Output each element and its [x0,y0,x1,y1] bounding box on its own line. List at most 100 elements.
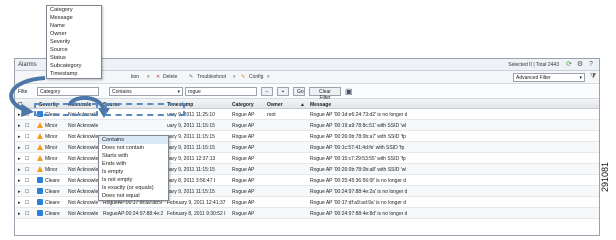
sort-ascending-icon: ▲ [300,102,305,108]
table-row[interactable]: ▸ ☐ Cleare Not Acknowle RogueAP:00:24:97:88:… [15,208,599,219]
cell-acknowledged: Not Acknowle [68,156,99,162]
menu-item-owner[interactable]: Owner [47,30,101,38]
filter-text-input[interactable]: rogue [185,87,257,96]
cell-category: Rogue AP [232,156,255,162]
menu-item-does-not-equal[interactable]: Does not equal [99,192,168,200]
cell-severity: Cleare [45,178,60,184]
selected-count: Selected 0 | Total 2443 [508,62,559,68]
advanced-filter-select[interactable]: Advanced Filter ▾ [513,73,585,82]
cell-acknowledged: Not Acknowle [68,167,99,173]
minor-severity-icon [37,144,43,150]
cell-category: Rogue AP [232,167,255,173]
col-category[interactable]: Category [232,102,254,108]
cell-timestamp: uary 9, 2011 11:15:15 [167,189,215,195]
highlight-field-select [34,103,98,116]
arrow-head-left [21,104,34,117]
row-checkbox[interactable]: ☐ [25,200,29,206]
row-checkbox[interactable]: ☐ [25,145,29,151]
menu-item-category[interactable]: Category [47,6,101,14]
add-filter-button[interactable]: + [277,87,289,96]
cell-message: Rogue AP '00:26:0b:78:0b:a7' with SSID '… [310,134,406,140]
row-checkbox[interactable]: ☐ [25,211,29,217]
cell-message: Rogue AP '00:19:a9:78:8c:51' with SSID '… [310,123,407,129]
cell-timestamp: February 9, 2011 12:41:37 [167,200,226,206]
cell-timestamp: uary 9, 2011 11:15:15 [167,134,215,140]
advanced-filter-value: Advanced Filter [516,75,551,81]
row-checkbox[interactable]: ☐ [25,178,29,184]
highlight-operator-select [105,103,185,116]
menu-item-does-not-contain[interactable]: Does not contain [99,144,168,152]
cell-category: Rogue AP [232,178,255,184]
expand-row-icon[interactable]: ▸ [18,178,21,184]
cell-category: Rogue AP [232,189,255,195]
chevron-down-icon: ▾ [579,75,582,81]
cell-acknowledged: Not Acknowle [68,211,99,217]
cell-timestamp: uary 9, 2011 11:15:15 [167,145,215,151]
col-message[interactable]: Message [310,102,331,108]
row-checkbox[interactable]: ☐ [25,167,29,173]
save-icon[interactable]: ▣ [345,87,353,96]
cell-severity: Cleare [45,200,60,206]
toolbar-action[interactable]: tion [131,74,139,80]
plus-icon: + [281,89,285,95]
chevron-down-icon: ▾ [147,74,150,80]
expand-row-icon[interactable]: ▸ [18,134,21,140]
menu-item-status[interactable]: Status [47,54,101,62]
filter-operator-select[interactable]: Contains ▾ [109,87,183,96]
troubleshoot-button[interactable]: Troubleshoot [197,74,226,80]
cell-severity: Cleare [45,189,60,195]
expand-row-icon[interactable]: ▸ [18,156,21,162]
filter-icon[interactable]: ⧩ [590,73,596,81]
help-icon[interactable]: ? [587,61,595,69]
cell-acknowledged: Not Acknowle [68,200,99,206]
row-checkbox[interactable]: ☐ [25,189,29,195]
menu-item-source[interactable]: Source [47,46,101,54]
menu-item-contains[interactable]: Contains [99,136,168,144]
expand-row-icon[interactable]: ▸ [18,167,21,173]
menu-item-subcategory[interactable]: Subcategory [47,62,101,70]
menu-item-message[interactable]: Message [47,14,101,22]
cell-severity: Minor [45,134,58,140]
row-checkbox[interactable]: ☐ [25,134,29,140]
menu-item-is-empty[interactable]: Is empty [99,168,168,176]
cell-message: Rogue AP '00:1c:57:41:4d:fe' with SSID '… [310,145,405,151]
menu-item-is-exactly[interactable]: Is exactly (or equals) [99,184,168,192]
cell-timestamp: uary 9, 2011 12:37:13 [167,156,216,162]
cell-severity: Minor [45,145,58,151]
cell-message: Rogue AP '00:1d:e6:24:73:d2' is no longe… [310,112,408,118]
config-button[interactable]: Config [249,74,263,80]
clear-filter-button[interactable]: Clear Filter [309,87,341,101]
figure-id: 291081 [600,161,610,192]
settings-icon[interactable]: ⚙ [576,61,584,69]
go-label: Go [297,89,304,95]
delete-button[interactable]: Delete [163,74,177,80]
cell-timestamp: uary 9, 2011 11:15:15 [167,167,215,173]
filter-text-value: rogue [188,89,201,95]
operator-menu: Contains Does not contain Starts with En… [98,135,169,201]
cell-category: Rogue AP [232,123,255,129]
remove-filter-button[interactable]: − [261,87,273,96]
refresh-icon[interactable]: ⟳ [565,61,573,69]
expand-row-icon[interactable]: ▸ [18,189,21,195]
menu-item-timestamp[interactable]: Timestamp [47,70,101,78]
chevron-down-icon: ▾ [267,74,270,80]
menu-item-severity[interactable]: Severity [47,38,101,46]
wrench-icon: ✎ [189,74,194,80]
cell-message: Rogue AP '00:24:97:88:4e:8d' is no longe… [310,211,408,217]
menu-item-ends-with[interactable]: Ends with [99,160,168,168]
category-menu: Category Message Name Owner Severity Sou… [46,5,102,79]
minor-severity-icon [37,166,43,172]
minus-icon: − [265,89,269,95]
menu-item-name[interactable]: Name [47,22,101,30]
cell-category: Rogue AP [232,211,255,217]
cell-acknowledged: Not Acknowle [68,145,99,151]
expand-row-icon[interactable]: ▸ [18,145,21,151]
expand-row-icon[interactable]: ▸ [18,211,21,217]
go-button[interactable]: Go [293,87,305,96]
menu-item-starts-with[interactable]: Starts with [99,152,168,160]
cell-message: Rogue AP '00:25:45:36:56:0f' is no longe… [310,178,407,184]
col-owner[interactable]: Owner [267,102,283,108]
expand-row-icon[interactable]: ▸ [18,200,21,206]
menu-item-is-not-empty[interactable]: Is not empty [99,176,168,184]
row-checkbox[interactable]: ☐ [25,156,29,162]
